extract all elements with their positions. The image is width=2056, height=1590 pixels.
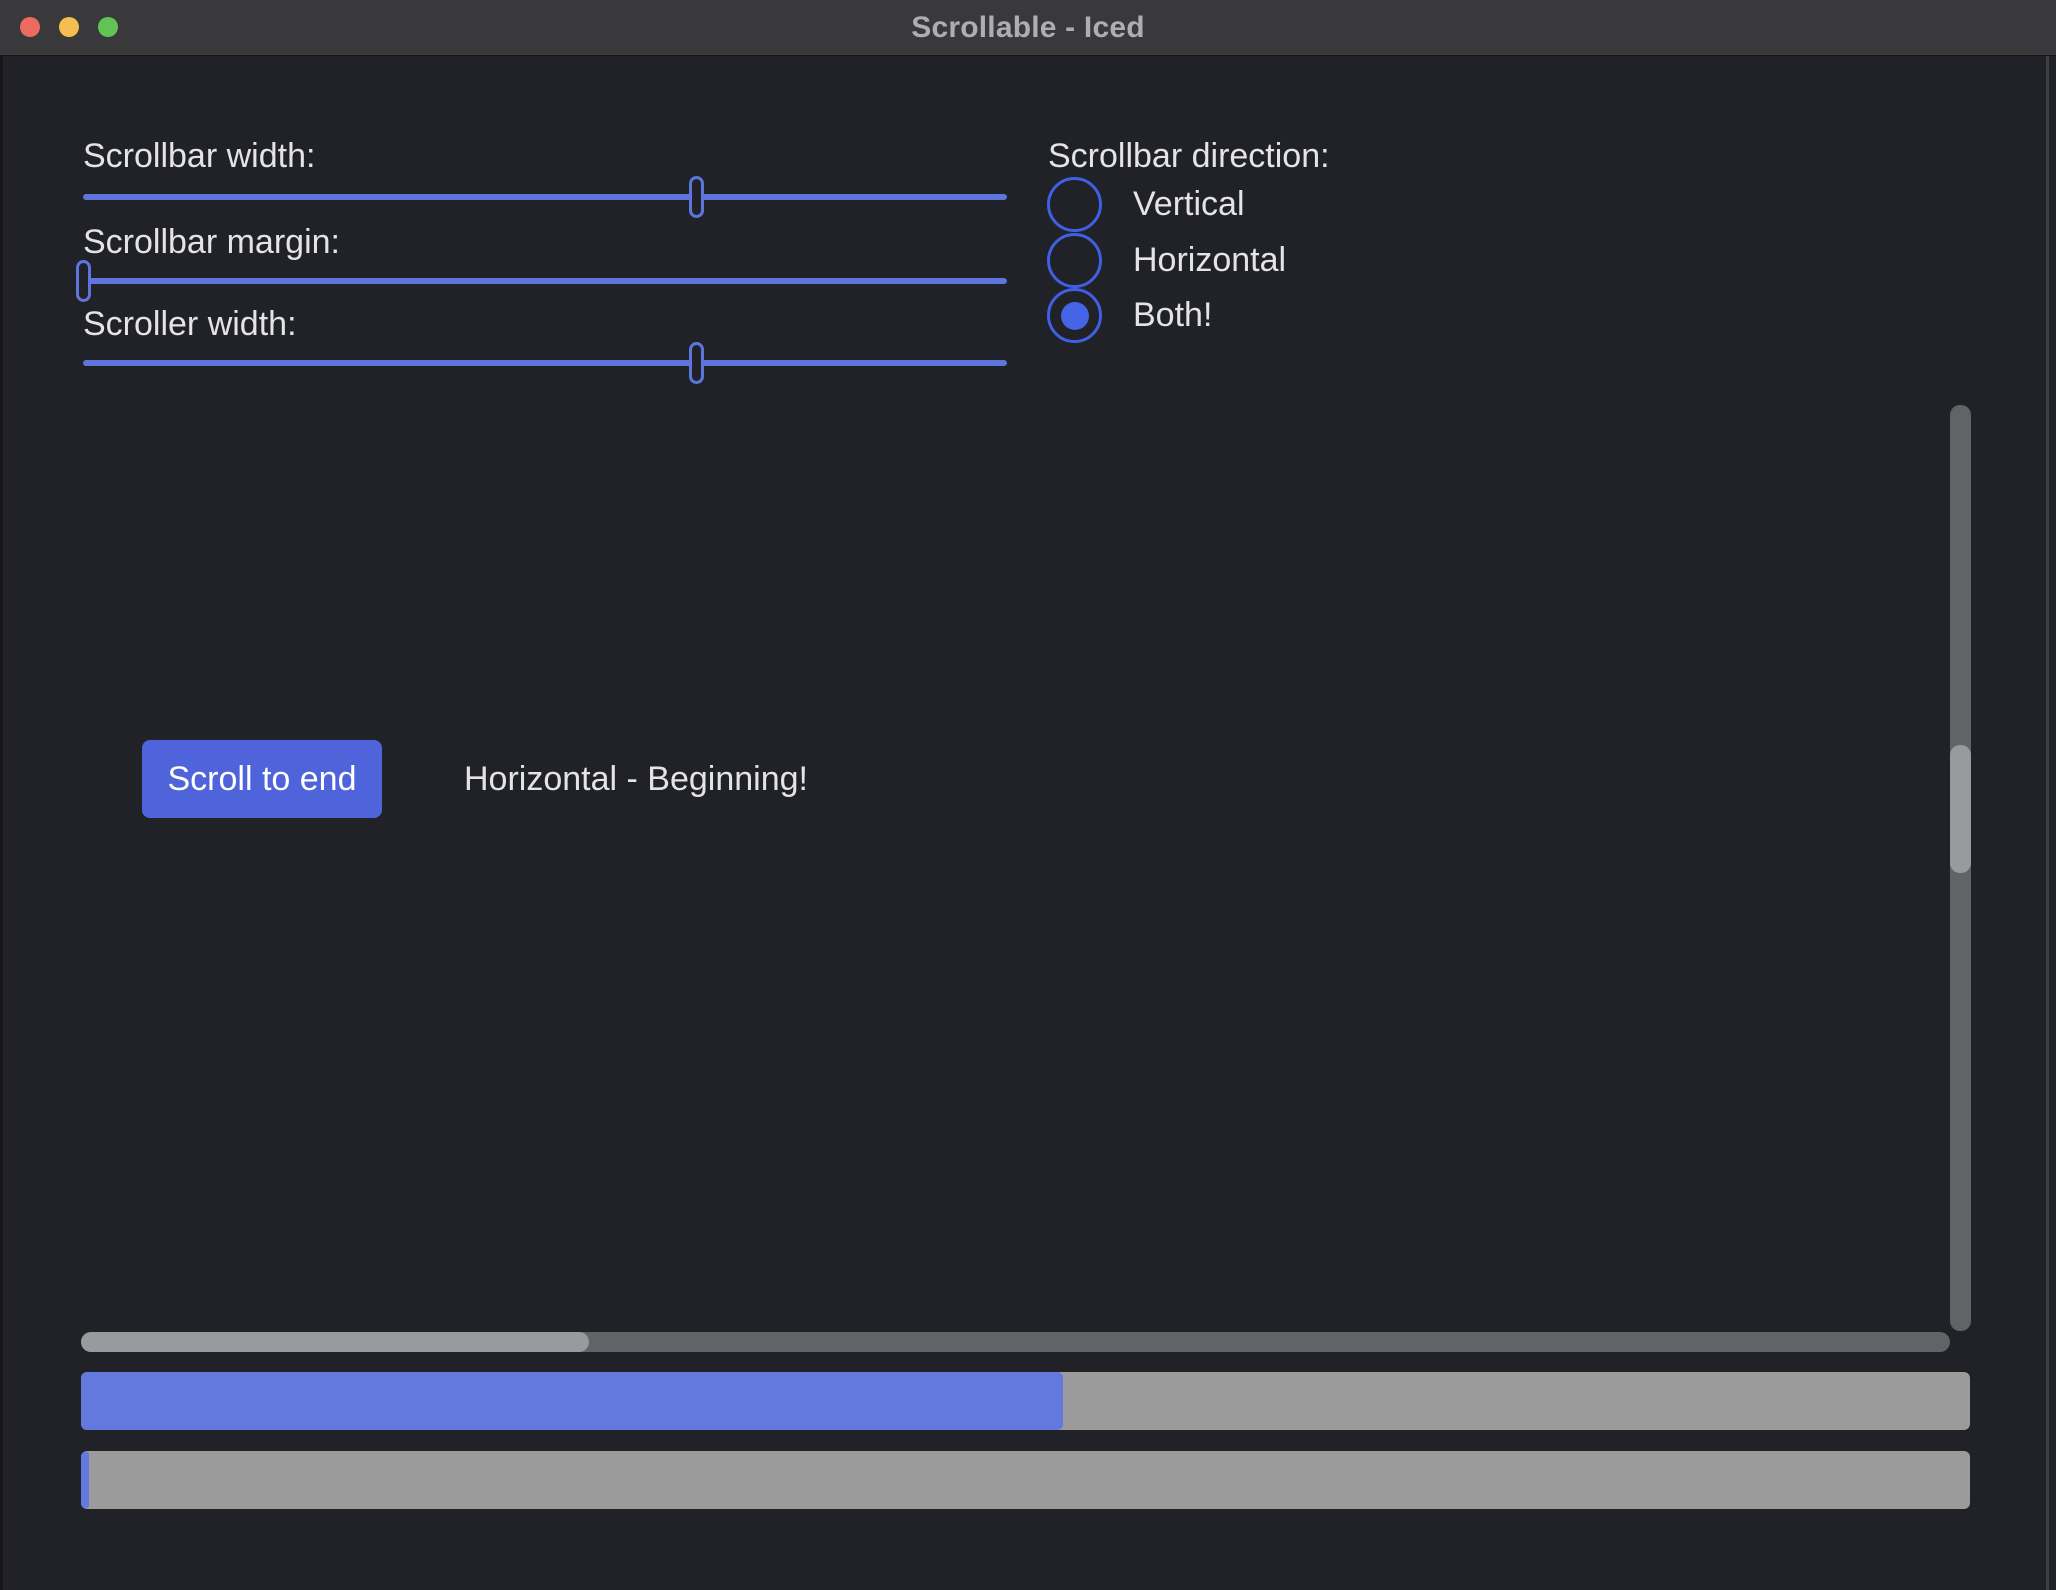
radio-both[interactable]: Both! [1047,288,1212,343]
scrollbar-margin-slider[interactable] [83,260,1007,302]
slider-rail[interactable] [83,278,1007,284]
vertical-scrollbar-thumb[interactable] [1950,745,1971,873]
progress-fill [81,1451,89,1509]
radio-dot-icon [1061,302,1089,330]
horizontal-scrollbar-thumb[interactable] [81,1332,589,1352]
titlebar: Scrollable - Iced [0,0,2056,56]
vertical-progress-bar [81,1451,1970,1509]
scroller-width-label: Scroller width: [83,304,297,345]
minimize-button[interactable] [59,17,79,37]
window-title: Scrollable - Iced [911,11,1144,45]
horizontal-progress-bar [81,1372,1970,1430]
radio-label: Horizontal [1133,241,1286,280]
radio-circle-icon[interactable] [1047,233,1102,288]
progress-fill [81,1372,1063,1430]
scroll-to-end-button[interactable]: Scroll to end [142,740,382,818]
radio-circle-icon[interactable] [1047,177,1102,232]
scroller-width-slider[interactable] [83,342,1007,384]
scrollbar-direction-label: Scrollbar direction: [1048,136,1330,177]
window-left-edge [0,0,3,1590]
scrollbar-margin-label: Scrollbar margin: [83,222,340,263]
window-right-edge [2046,0,2049,1590]
radio-label: Both! [1133,296,1212,335]
slider-handle[interactable] [76,260,91,302]
radio-horizontal[interactable]: Horizontal [1047,233,1286,288]
scrollbar-width-label: Scrollbar width: [83,136,315,177]
scrollbar-width-slider[interactable] [83,176,1007,218]
slider-handle[interactable] [689,176,704,218]
radio-circle-icon[interactable] [1047,288,1102,343]
radio-label: Vertical [1133,185,1245,224]
app-window: Scrollable - Iced Scrollbar width: Scrol… [0,0,2056,1590]
close-button[interactable] [20,17,40,37]
slider-handle[interactable] [689,342,704,384]
vertical-scrollbar-track[interactable] [1950,405,1971,1331]
horizontal-scrollbar-track[interactable] [81,1332,1950,1352]
zoom-button[interactable] [98,17,118,37]
slider-rail[interactable] [83,360,1007,366]
radio-vertical[interactable]: Vertical [1047,177,1245,232]
scroll-status-text: Horizontal - Beginning! [464,759,808,800]
slider-rail[interactable] [83,194,1007,200]
